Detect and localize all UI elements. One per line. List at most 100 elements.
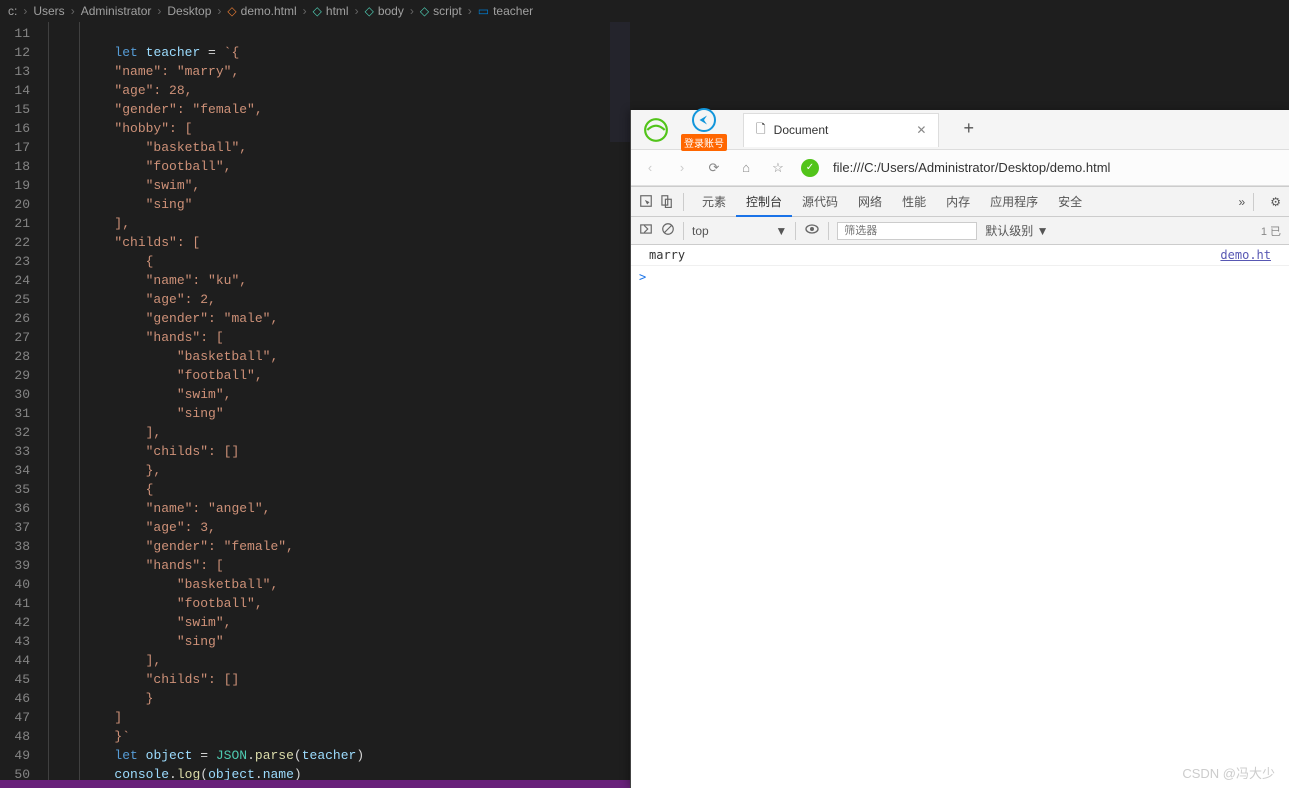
security-shield-icon[interactable]: ✓ xyxy=(801,159,819,177)
new-tab-button[interactable]: + xyxy=(963,120,974,140)
browser-tab[interactable]: 🗋 Document ✕ xyxy=(743,113,939,147)
console-output[interactable]: marry demo.ht > xyxy=(631,245,1289,288)
minimap[interactable] xyxy=(610,22,630,142)
code-line[interactable]: "gender": "female", xyxy=(52,537,630,556)
breadcrumb-symbol[interactable]: teacher xyxy=(493,4,533,18)
line-number: 36 xyxy=(0,499,30,518)
log-message: marry xyxy=(649,248,685,262)
code-line[interactable]: { xyxy=(52,252,630,271)
breadcrumb-symbol[interactable]: script xyxy=(433,4,462,18)
code-line[interactable]: "gender": "female", xyxy=(52,100,630,119)
devtools-tab-6[interactable]: 应用程序 xyxy=(980,189,1048,215)
breadcrumb-drive[interactable]: c: xyxy=(8,4,17,18)
log-source-link[interactable]: demo.ht xyxy=(1220,248,1271,262)
breadcrumb-file[interactable]: demo.html xyxy=(241,4,297,18)
chevron-right-icon: › xyxy=(23,4,27,18)
more-tabs-button[interactable]: » xyxy=(1239,195,1246,209)
browser-logo-icon[interactable] xyxy=(641,115,671,145)
chevron-right-icon: › xyxy=(410,4,414,18)
devtools-tab-3[interactable]: 网络 xyxy=(848,189,892,215)
settings-gear-icon[interactable]: ⚙ xyxy=(1270,195,1281,209)
back-button[interactable]: ‹ xyxy=(641,159,659,177)
code-line[interactable]: "name": "ku", xyxy=(52,271,630,290)
inspect-icon[interactable] xyxy=(639,194,655,210)
code-line[interactable]: { xyxy=(52,480,630,499)
breadcrumb-part[interactable]: Users xyxy=(33,4,64,18)
code-line[interactable]: ], xyxy=(52,651,630,670)
breadcrumb-symbol[interactable]: body xyxy=(378,4,404,18)
code-content[interactable]: let teacher = `{ "name": "marry", "age":… xyxy=(48,22,630,788)
forward-button[interactable]: › xyxy=(673,159,691,177)
code-line[interactable]: "swim", xyxy=(52,385,630,404)
breadcrumb-part[interactable]: Administrator xyxy=(81,4,152,18)
code-line[interactable]: "sing" xyxy=(52,195,630,214)
code-line[interactable]: "age": 28, xyxy=(52,81,630,100)
status-bar[interactable] xyxy=(0,780,630,788)
code-line[interactable]: "hands": [ xyxy=(52,328,630,347)
favorite-button[interactable]: ☆ xyxy=(769,159,787,177)
code-line[interactable]: "sing" xyxy=(52,404,630,423)
code-line[interactable]: let object = JSON.parse(teacher) xyxy=(52,746,630,765)
devtools-tab-2[interactable]: 源代码 xyxy=(792,189,848,215)
code-area[interactable]: 1112131415161718192021222324252627282930… xyxy=(0,22,630,788)
device-toggle-icon[interactable] xyxy=(659,194,675,210)
code-line[interactable]: let teacher = `{ xyxy=(52,43,630,62)
breadcrumb-part[interactable]: Desktop xyxy=(167,4,211,18)
code-line[interactable]: ] xyxy=(52,708,630,727)
code-line[interactable]: ], xyxy=(52,214,630,233)
url-text[interactable]: file:///C:/Users/Administrator/Desktop/d… xyxy=(833,160,1110,175)
code-line[interactable]: "football", xyxy=(52,366,630,385)
chevron-right-icon: › xyxy=(71,4,75,18)
variable-icon: ▭ xyxy=(478,4,489,18)
code-line[interactable]: "football", xyxy=(52,594,630,613)
code-line[interactable]: "basketball", xyxy=(52,347,630,366)
breadcrumb-symbol[interactable]: html xyxy=(326,4,349,18)
log-level-selector[interactable]: 默认级别 ▼ xyxy=(985,222,1048,239)
code-editor: c: › Users › Administrator › Desktop › ◇… xyxy=(0,0,630,788)
devtools-tab-5[interactable]: 内存 xyxy=(936,189,980,215)
code-line[interactable]: }, xyxy=(52,461,630,480)
console-prompt[interactable]: > xyxy=(631,266,1289,288)
reload-button[interactable]: ⟳ xyxy=(705,159,723,177)
code-line[interactable]: "name": "marry", xyxy=(52,62,630,81)
filter-input[interactable] xyxy=(837,222,977,240)
code-line[interactable]: "name": "angel", xyxy=(52,499,630,518)
code-line[interactable]: "childs": [ xyxy=(52,233,630,252)
code-line[interactable]: "basketball", xyxy=(52,138,630,157)
code-line[interactable]: "childs": [] xyxy=(52,442,630,461)
code-line[interactable]: "age": 2, xyxy=(52,290,630,309)
divider xyxy=(1253,193,1254,211)
clear-console-icon[interactable] xyxy=(661,222,675,239)
chevron-right-icon: › xyxy=(157,4,161,18)
code-line[interactable] xyxy=(52,24,630,43)
code-line[interactable]: "football", xyxy=(52,157,630,176)
console-log-line[interactable]: marry demo.ht xyxy=(631,245,1289,266)
line-number: 31 xyxy=(0,404,30,423)
code-line[interactable]: "hobby": [ xyxy=(52,119,630,138)
code-line[interactable]: }` xyxy=(52,727,630,746)
code-line[interactable]: "hands": [ xyxy=(52,556,630,575)
home-button[interactable]: ⌂ xyxy=(737,159,755,177)
code-line[interactable]: "childs": [] xyxy=(52,670,630,689)
breadcrumb[interactable]: c: › Users › Administrator › Desktop › ◇… xyxy=(0,0,630,22)
live-expression-icon[interactable] xyxy=(804,221,820,240)
code-line[interactable]: "age": 3, xyxy=(52,518,630,537)
code-line[interactable]: } xyxy=(52,689,630,708)
compass-icon[interactable] xyxy=(692,108,716,132)
code-line[interactable]: "basketball", xyxy=(52,575,630,594)
devtools-tab-4[interactable]: 性能 xyxy=(892,189,936,215)
devtools-tab-0[interactable]: 元素 xyxy=(692,189,736,215)
code-line[interactable]: "swim", xyxy=(52,613,630,632)
login-badge[interactable]: 登录账号 xyxy=(681,134,727,151)
close-tab-icon[interactable]: ✕ xyxy=(916,123,926,137)
sidebar-toggle-icon[interactable] xyxy=(639,222,653,239)
code-line[interactable]: "gender": "male", xyxy=(52,309,630,328)
line-number: 26 xyxy=(0,309,30,328)
code-line[interactable]: "swim", xyxy=(52,176,630,195)
devtools-tab-1[interactable]: 控制台 xyxy=(736,189,792,217)
line-number: 13 xyxy=(0,62,30,81)
devtools-tab-7[interactable]: 安全 xyxy=(1048,189,1092,215)
code-line[interactable]: "sing" xyxy=(52,632,630,651)
code-line[interactable]: ], xyxy=(52,423,630,442)
context-selector[interactable]: top ▼ xyxy=(692,224,787,238)
